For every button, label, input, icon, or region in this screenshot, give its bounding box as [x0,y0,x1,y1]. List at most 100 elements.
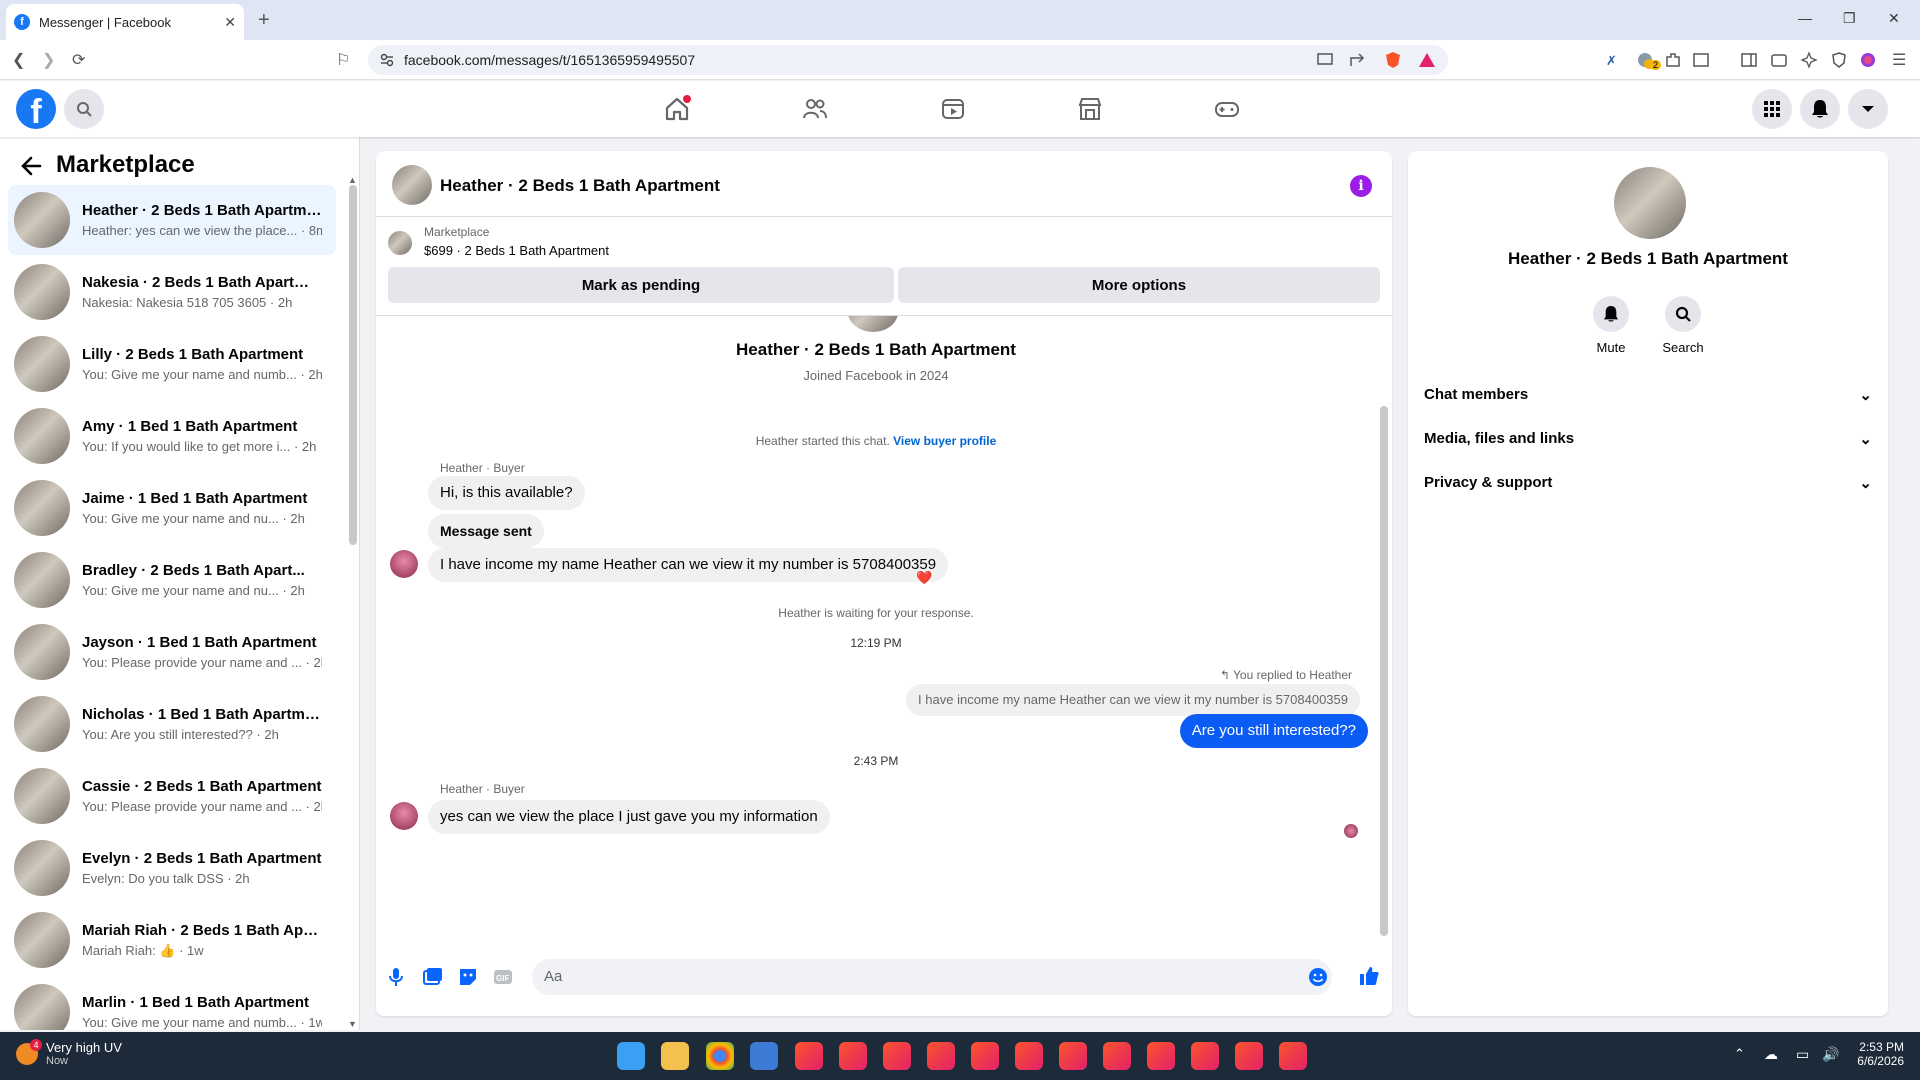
bookmark-icon[interactable]: ⚐ [336,50,350,70]
brave-window-icon[interactable] [1059,1042,1087,1070]
screenshot-icon[interactable] [1692,51,1710,69]
brave-rewards-icon[interactable] [1418,51,1436,69]
extension-icon[interactable]: ✗ [1604,51,1622,69]
brave-window-icon[interactable] [1279,1042,1307,1070]
brave-window-icon[interactable] [839,1042,867,1070]
menu-button[interactable] [1752,89,1792,129]
brave-window-icon[interactable] [927,1042,955,1070]
start-icon[interactable] [617,1042,645,1070]
sidebar-icon[interactable] [1740,51,1758,69]
my-message-bubble[interactable]: Are you still interested?? [1179,714,1368,748]
onedrive-icon[interactable]: ☁ [1764,1046,1778,1063]
heart-reaction-icon[interactable]: ❤️ [916,570,932,586]
conversation-item[interactable]: Heather · 2 Beds 1 Bath Apartme... Heathe… [8,185,336,255]
mute-button[interactable]: Mute [1576,296,1646,355]
conversation-item[interactable]: Nicholas · 1 Bed 1 Bath Apartment You: Ar… [8,689,336,759]
network-icon[interactable]: ▭ [1796,1046,1809,1063]
gif-icon[interactable]: GIF [493,967,513,987]
details-avatar[interactable] [1614,167,1686,239]
sender-avatar[interactable] [390,802,418,830]
privacy-support-section[interactable]: Privacy & support ⌄ [1424,474,1872,492]
notifications-button[interactable] [1800,89,1840,129]
share-icon[interactable] [1348,51,1366,69]
forward-icon[interactable]: ❯ [42,50,55,70]
mark-as-pending-button[interactable]: Mark as pending [388,267,894,303]
new-tab-icon[interactable]: + [258,9,270,32]
notepad-icon[interactable] [750,1042,778,1070]
system-clock[interactable]: 2:53 PM 6/6/2026 [1857,1040,1904,1068]
info-icon[interactable]: i [1350,175,1372,197]
sidebar-scrollbar[interactable] [349,185,357,545]
extensions-puzzle-icon[interactable] [1664,51,1682,69]
message-bubble[interactable]: yes can we view the place I just gave yo… [428,800,830,834]
search-button[interactable] [64,89,104,129]
brave-window-icon[interactable] [1015,1042,1043,1070]
close-tab-icon[interactable]: ✕ [224,14,236,31]
cast-icon[interactable] [1316,51,1334,69]
tray-chevron-icon[interactable]: ⌃ [1734,1046,1745,1062]
file-explorer-icon[interactable] [661,1042,689,1070]
brave-window-icon[interactable] [883,1042,911,1070]
brave-shield-icon[interactable] [1384,51,1402,69]
microphone-icon[interactable] [388,967,404,987]
chat-members-section[interactable]: Chat members ⌄ [1424,386,1872,404]
reload-icon[interactable]: ⟳ [72,50,85,70]
conversation-item[interactable]: Bradley · 2 Beds 1 Bath Apart... You: Giv… [8,545,336,615]
account-button[interactable] [1848,89,1888,129]
brave-window-icon[interactable] [1103,1042,1131,1070]
url-field[interactable]: facebook.com/messages/t/1651365959495507 [368,45,1448,75]
quoted-message[interactable]: I have income my name Heather can we vie… [906,684,1360,716]
conversation-item[interactable]: Nakesia · 2 Beds 1 Bath Apartme... Nakesi… [8,257,336,327]
browser-tab[interactable]: f Messenger | Facebook ✕ [6,4,244,40]
conversation-item[interactable]: Lilly · 2 Beds 1 Bath Apartment You: Give… [8,329,336,399]
message-bubble[interactable]: I have income my name Heather can we vie… [428,548,949,582]
photo-icon[interactable] [423,967,443,985]
close-window-icon[interactable]: ✕ [1888,10,1900,27]
conversation-item[interactable]: Mariah Riah · 2 Beds 1 Bath Apar... Maria… [8,905,336,975]
scroll-down-icon[interactable]: ▼ [348,1019,357,1029]
profile-icon[interactable] [1859,51,1877,69]
more-options-button[interactable]: More options [898,267,1380,303]
back-icon[interactable]: ❮ [12,50,25,70]
brave-window-icon[interactable] [795,1042,823,1070]
brave-window-icon[interactable] [1191,1042,1219,1070]
chrome-icon[interactable] [706,1042,734,1070]
conversation-item[interactable]: Jayson · 1 Bed 1 Bath Apartment You: Plea… [8,617,336,687]
conversation-item[interactable]: Amy · 1 Bed 1 Bath Apartment You: If you … [8,401,336,471]
message-bubble[interactable]: Message sent [428,514,544,548]
video-nav-icon[interactable] [939,95,967,123]
minimize-icon[interactable]: — [1798,10,1812,26]
search-conversation-button[interactable]: Search [1648,296,1718,355]
brave-window-icon[interactable] [1235,1042,1263,1070]
media-files-links-section[interactable]: Media, files and links ⌄ [1424,430,1872,448]
conversation-item[interactable]: Evelyn · 2 Beds 1 Bath Apartment Evelyn: … [8,833,336,903]
conversation-item[interactable]: Marlin · 1 Bed 1 Bath Apartment You: Give… [8,977,336,1030]
conversation-item[interactable]: Cassie · 2 Beds 1 Bath Apartment You: Ple… [8,761,336,831]
brave-window-icon[interactable] [1147,1042,1175,1070]
vpn-icon[interactable] [1830,51,1848,69]
restore-icon[interactable]: ❐ [1843,10,1856,27]
home-nav-icon[interactable] [663,95,691,123]
view-buyer-profile-link[interactable]: View buyer profile [893,434,996,448]
back-arrow-icon[interactable] [20,155,42,177]
chat-avatar[interactable] [392,165,432,205]
friends-nav-icon[interactable] [801,95,829,123]
leo-ai-icon[interactable] [1800,51,1818,69]
menu-icon[interactable]: ☰ [1892,50,1906,70]
thumbs-up-icon[interactable] [1358,965,1380,987]
weather-widget[interactable]: 4 Very high UV Now [16,1038,122,1067]
marketplace-nav-icon[interactable] [1076,95,1104,123]
volume-icon[interactable]: 🔊 [1822,1046,1839,1063]
site-info-icon[interactable] [380,53,394,67]
message-bubble[interactable]: Hi, is this available? [428,476,585,510]
wallet-icon[interactable] [1770,51,1788,69]
facebook-logo-icon[interactable]: f [16,89,56,131]
emoji-icon[interactable] [1308,967,1328,987]
chat-scrollbar[interactable] [1380,406,1388,936]
message-input[interactable]: Aa [532,959,1332,995]
sender-avatar[interactable] [390,550,418,578]
brave-window-icon[interactable] [971,1042,999,1070]
gaming-nav-icon[interactable] [1213,95,1241,123]
conversation-item[interactable]: Jaime · 1 Bed 1 Bath Apartment You: Give … [8,473,336,543]
sticker-icon[interactable] [458,967,478,987]
